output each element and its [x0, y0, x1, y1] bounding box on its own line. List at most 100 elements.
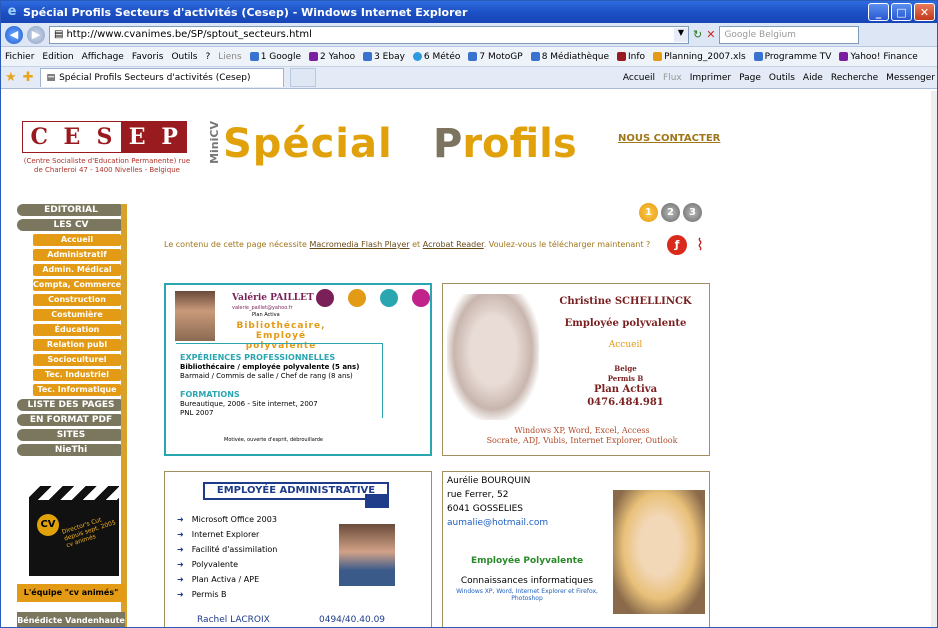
link-item[interactable]: Programme TV: [753, 52, 831, 62]
nav-subitem[interactable]: Admin. Médical: [33, 264, 121, 276]
link-item[interactable]: 6 Météo: [412, 52, 460, 62]
favorites-star-icon[interactable]: ★: [5, 70, 17, 85]
cv-card-schellinck[interactable]: Christine SCHELLINCK Employée polyvalent…: [442, 283, 710, 456]
logo-letter: S: [88, 122, 121, 152]
team-button[interactable]: L'équipe "cv animés": [17, 584, 125, 602]
cv-card-lacroix[interactable]: EMPLOYÉE ADMINISTRATIVE Microsoft Office…: [164, 471, 432, 627]
address-bar[interactable]: ▤ http://www.cvanimes.be/SP/sptout_secte…: [49, 25, 689, 44]
minimize-button[interactable]: _: [868, 3, 889, 21]
maximize-button[interactable]: □: [891, 3, 912, 21]
new-tab-button[interactable]: [289, 68, 316, 87]
nav-subitem[interactable]: Relation publ: [33, 339, 121, 351]
nav-item[interactable]: EN FORMAT PDF: [17, 414, 125, 426]
link-item[interactable]: 2 Yahoo: [309, 52, 355, 62]
ie-icon: e: [7, 4, 17, 19]
clapperboard-logo: CV Director's Cut depuis sept. 2005 cv a…: [29, 486, 119, 576]
tab-active[interactable]: ▤ Spécial Profils Secteurs d'activités (…: [39, 68, 284, 87]
search-input[interactable]: Google Belgium: [719, 25, 860, 44]
cv-skill-list: Microsoft Office 2003 Internet Explorer …: [177, 512, 278, 602]
toolbar-tools[interactable]: Outils: [769, 73, 795, 83]
cv-details: EXPÉRIENCES PROFESSIONNELLES Bibliothéca…: [180, 353, 360, 417]
menu-item[interactable]: Fichier: [5, 52, 34, 62]
menu-row: Fichier Edition Affichage Favoris Outils…: [1, 47, 937, 67]
acrobat-icon[interactable]: ⌇: [690, 235, 710, 255]
toolbar-messenger[interactable]: Messenger: [886, 73, 935, 83]
forward-button[interactable]: ▶: [27, 25, 45, 44]
flash-link[interactable]: Macromedia Flash Player: [310, 240, 410, 249]
link-item[interactable]: 1 Google: [249, 52, 301, 62]
list-item: Polyvalente: [177, 557, 277, 572]
cesep-logo[interactable]: C E S E P: [22, 121, 187, 153]
page-1-button[interactable]: 1: [639, 203, 658, 222]
cv-header: EMPLOYÉE ADMINISTRATIVE: [203, 482, 389, 500]
search-placeholder: Google Belgium: [724, 29, 796, 40]
side-nav: EDITORIAL LES CV Accueil Administratif Admin…: [17, 204, 125, 459]
cv-plan: Plan Activa: [593, 384, 658, 395]
refresh-icon[interactable]: ↻: [693, 28, 702, 41]
close-button[interactable]: ✕: [914, 3, 935, 21]
nav-subitem[interactable]: Costumière: [33, 309, 121, 321]
minicv-label: MiniCV: [208, 121, 221, 164]
address-dropdown-icon[interactable]: ▼: [674, 27, 688, 42]
nav-item[interactable]: EDITORIAL: [17, 204, 125, 216]
list-item: Permis B: [177, 587, 277, 602]
nav-subitem[interactable]: Tec. Industriel: [33, 369, 121, 381]
cv-phone: 0494/40.40.09: [319, 615, 386, 625]
link-item[interactable]: Yahoo! Finance: [839, 52, 918, 62]
nav-item[interactable]: LES CV: [17, 219, 125, 231]
page-2-button[interactable]: 2: [661, 203, 680, 222]
nav-item[interactable]: NieThi: [17, 444, 125, 456]
tab-row: ★ ✚ ▤ Spécial Profils Secteurs d'activit…: [1, 67, 937, 89]
menu-item[interactable]: Outils: [171, 52, 197, 62]
toolbar-print[interactable]: Imprimer: [690, 73, 731, 83]
link-item[interactable]: Planning_2007.xls: [653, 52, 746, 62]
toolbar-search[interactable]: Recherche: [831, 73, 878, 83]
page-scrollbar[interactable]: [931, 91, 937, 627]
cv-phone: 0476.484.981: [587, 397, 664, 408]
cv-nationality: Belge: [614, 364, 637, 373]
toolbar-help[interactable]: Aide: [803, 73, 823, 83]
cv-email[interactable]: aumalie@hotmail.com: [447, 518, 548, 528]
page-content: C E S E P (Centre Socialiste d'Education…: [1, 91, 937, 627]
cv-badge: CV: [37, 514, 59, 536]
title-bar: e Spécial Profils Secteurs d'activités (…: [1, 1, 937, 23]
toolbar-page[interactable]: Page: [739, 73, 761, 83]
address-value: http://www.cvanimes.be/SP/sptout_secteur…: [66, 29, 312, 40]
cv-card-bourquin[interactable]: Aurélie BOURQUIN rue Ferrer, 52 6041 GOS…: [442, 471, 710, 627]
menu-item[interactable]: ?: [205, 52, 210, 62]
nav-subitem[interactable]: Socioculturel: [33, 354, 121, 366]
contact-link[interactable]: NOUS CONTACTER: [618, 133, 720, 144]
link-item[interactable]: Info: [617, 52, 645, 62]
stop-icon[interactable]: ✕: [706, 28, 715, 41]
toolbar-feeds[interactable]: Flux: [663, 73, 682, 83]
address-row: ◀ ▶ ▤ http://www.cvanimes.be/SP/sptout_s…: [1, 23, 937, 47]
avatar: [339, 524, 395, 586]
member-link[interactable]: Bénédicte Vandenhaute: [17, 612, 125, 627]
link-item[interactable]: 8 Médiathèque: [530, 52, 609, 62]
nav-subitem[interactable]: Construction: [33, 294, 121, 306]
nav-subitem[interactable]: Éducation: [33, 324, 121, 336]
page-3-button[interactable]: 3: [683, 203, 702, 222]
nav-subitem[interactable]: Accueil: [33, 234, 121, 246]
nav-subitem[interactable]: Tec. Informatique: [33, 384, 121, 396]
cv-card-paillet[interactable]: Valérie PAILLET valerie_paillet@yahoo.fr…: [164, 283, 432, 456]
cv-name: Valérie PAILLET: [232, 293, 314, 303]
nav-subitem[interactable]: Administratif: [33, 249, 121, 261]
flash-icon[interactable]: ƒ: [667, 235, 687, 255]
add-favorites-icon[interactable]: ✚: [23, 70, 34, 85]
link-item[interactable]: 3 Ebay: [363, 52, 405, 62]
menu-item[interactable]: Affichage: [82, 52, 124, 62]
menu-item[interactable]: Edition: [42, 52, 73, 62]
link-item[interactable]: 7 MotoGP: [468, 52, 523, 62]
toolbar-home[interactable]: Accueil: [623, 73, 655, 83]
nav-item[interactable]: LISTE DES PAGES: [17, 399, 125, 411]
acrobat-link[interactable]: Acrobat Reader: [423, 240, 484, 249]
back-button[interactable]: ◀: [5, 25, 23, 44]
list-item: Plan Activa / APE: [177, 572, 277, 587]
color-dot: [380, 289, 398, 307]
menu-item[interactable]: Favoris: [132, 52, 164, 62]
page-selector: 1 2 3: [639, 203, 702, 222]
nav-item[interactable]: SITES: [17, 429, 125, 441]
nav-subitem[interactable]: Compta, Commerce: [33, 279, 121, 291]
logo-address: (Centre Socialiste d'Education Permanent…: [23, 157, 191, 174]
